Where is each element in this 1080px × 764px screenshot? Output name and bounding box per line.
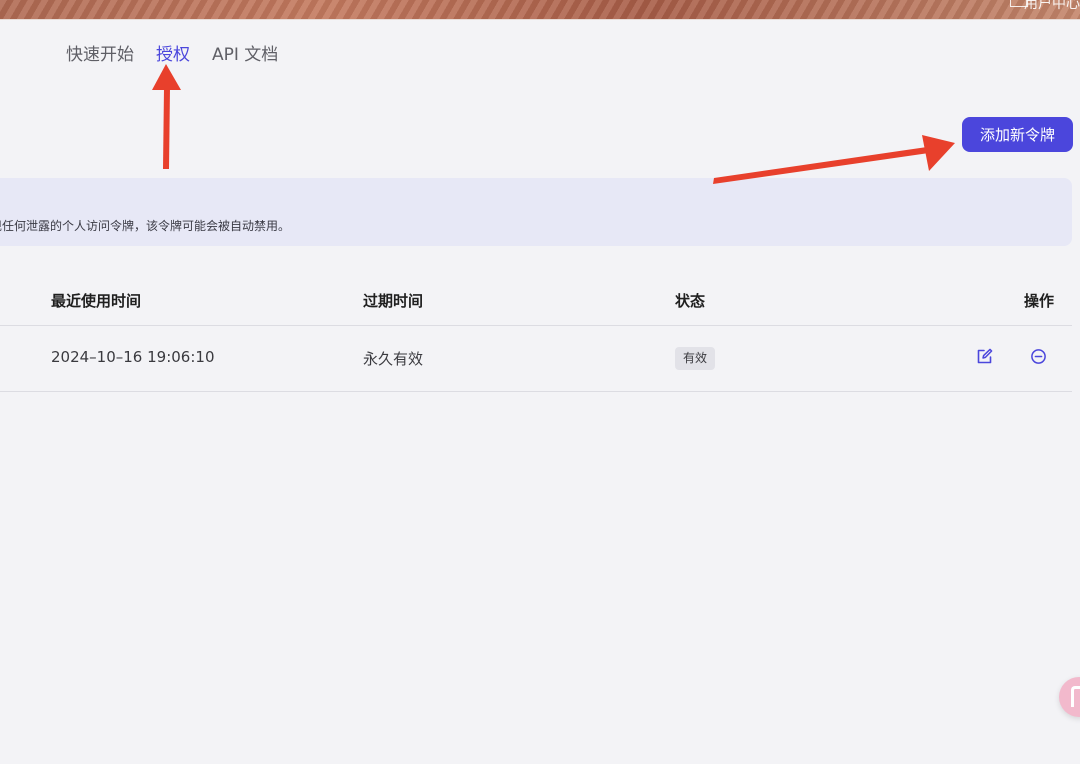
add-new-token-button[interactable]: 添加新令牌 (962, 117, 1073, 152)
column-header-status: 状态 (675, 292, 706, 310)
tab-bar: 快速开始 授权 API 文档 (66, 43, 278, 67)
tab-api-docs[interactable]: API 文档 (212, 43, 278, 67)
annotation-arrow-right (713, 135, 955, 184)
tab-authorization[interactable]: 授权 (156, 43, 190, 67)
annotation-arrow-up (152, 64, 181, 169)
column-header-expire: 过期时间 (363, 292, 424, 310)
cell-expire: 永久有效 (363, 350, 424, 368)
cell-last-used: 2024–10–16 19:06:10 (51, 348, 215, 366)
table-header: 最近使用时间 过期时间 状态 操作 (0, 270, 1072, 326)
token-table: 最近使用时间 过期时间 状态 操作 2024–10–16 19:06:10 永久… (0, 270, 1072, 392)
tab-quick-start[interactable]: 快速开始 (66, 43, 134, 67)
notice-text: 现任何泄露的个人访问令牌，该令牌可能会被自动禁用。 (0, 219, 291, 233)
info-notice: 现任何泄露的个人访问令牌，该令牌可能会被自动禁用。 (0, 178, 1072, 246)
column-header-actions: 操作 (1023, 292, 1054, 310)
column-header-last-used: 最近使用时间 (51, 292, 142, 310)
helper-icon (1071, 686, 1080, 707)
minus-circle-icon[interactable] (1030, 348, 1047, 365)
table-row: 2024–10–16 19:06:10 永久有效 有效 (0, 326, 1072, 392)
edit-icon[interactable] (976, 348, 993, 365)
header-username[interactable]: 用户中心 (1024, 0, 1080, 13)
status-badge: 有效 (675, 347, 716, 370)
top-banner: 用户中心 (0, 0, 1080, 20)
floating-helper-button[interactable] (1059, 677, 1080, 717)
